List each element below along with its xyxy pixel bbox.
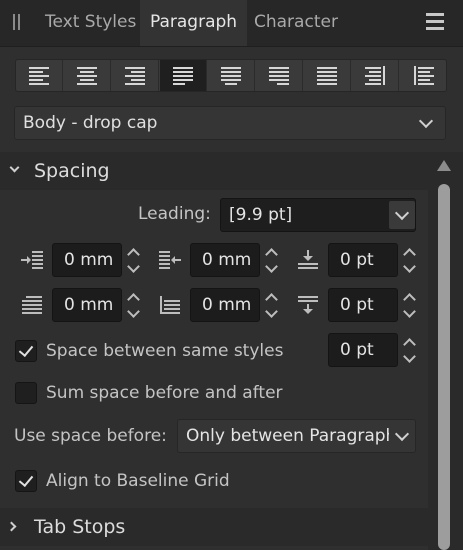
alignment-button[interactable] bbox=[400, 60, 447, 91]
right-indent-field[interactable]: 0 mm bbox=[52, 288, 122, 322]
tab-character[interactable]: Character bbox=[244, 0, 348, 46]
alignment-button[interactable] bbox=[304, 60, 351, 91]
tab-stops-section-header[interactable]: Tab Stops bbox=[0, 508, 428, 546]
align-right-icon bbox=[125, 66, 145, 85]
use-space-before-dropdown-button[interactable] bbox=[389, 420, 415, 452]
right-indent-icon bbox=[20, 295, 44, 317]
space-after-field[interactable]: 0 pt bbox=[328, 288, 398, 322]
baseline-grid-label: Align to Baseline Grid bbox=[46, 471, 230, 491]
tab-text-styles[interactable]: Text Styles bbox=[35, 0, 146, 46]
scroll-up-arrow-icon[interactable] bbox=[437, 160, 451, 171]
first-line-indent-field[interactable]: 0 mm bbox=[190, 243, 260, 277]
spacing-section-title: Spacing bbox=[34, 160, 110, 182]
leading-value: [9.9 pt] bbox=[229, 205, 293, 225]
alignment-button[interactable] bbox=[16, 60, 63, 91]
space-after-icon bbox=[296, 295, 320, 317]
space-before-icon bbox=[296, 250, 320, 272]
alignment-button[interactable] bbox=[256, 60, 303, 91]
alignment-button[interactable] bbox=[64, 60, 111, 91]
align-towards-spine-icon bbox=[365, 65, 385, 85]
same-styles-field[interactable]: 0 pt bbox=[328, 333, 398, 367]
leading-label: Leading: bbox=[138, 204, 211, 224]
chevron-right-icon bbox=[6, 521, 17, 532]
first-line-indent-icon bbox=[158, 250, 182, 272]
justify-right-icon bbox=[269, 66, 289, 85]
sum-space-checkbox[interactable] bbox=[15, 382, 37, 404]
baseline-grid-checkbox[interactable] bbox=[15, 470, 37, 492]
leading-dropdown-button[interactable] bbox=[389, 201, 415, 229]
same-styles-label: Space between same styles bbox=[46, 341, 284, 361]
sum-space-label: Sum space before and after bbox=[46, 383, 283, 403]
space-after-stepper[interactable] bbox=[402, 287, 418, 323]
use-space-before-label: Use space before: bbox=[14, 426, 167, 446]
tab-paragraph[interactable]: Paragraph bbox=[140, 0, 248, 46]
alignment-button[interactable] bbox=[160, 60, 207, 91]
last-line-indent-field[interactable]: 0 mm bbox=[190, 288, 260, 322]
align-left-icon bbox=[29, 66, 49, 85]
space-before-field[interactable]: 0 pt bbox=[328, 243, 398, 277]
left-indent-icon bbox=[20, 250, 44, 272]
chevron-down-icon bbox=[394, 426, 410, 442]
panel-menu-icon[interactable] bbox=[426, 12, 444, 32]
same-styles-stepper[interactable] bbox=[402, 332, 418, 368]
chevron-down-icon bbox=[9, 162, 20, 173]
left-indent-stepper[interactable] bbox=[126, 242, 142, 278]
alignment-button[interactable] bbox=[208, 60, 255, 91]
use-space-before-value: Only between Paragraphs bbox=[186, 426, 406, 446]
first-line-indent-stepper[interactable] bbox=[264, 242, 280, 278]
use-space-before-dropdown[interactable]: Only between Paragraphs bbox=[177, 419, 416, 453]
leading-dropdown[interactable]: [9.9 pt] bbox=[220, 198, 416, 232]
tab-stops-section-title: Tab Stops bbox=[34, 516, 126, 538]
justify-left-icon bbox=[173, 66, 193, 85]
spacing-section-header[interactable]: Spacing bbox=[0, 152, 428, 190]
last-line-indent-icon bbox=[158, 295, 182, 317]
chevron-down-icon bbox=[418, 113, 434, 129]
alignment-button-group bbox=[15, 59, 447, 92]
align-away-from-spine-icon bbox=[413, 65, 434, 85]
align-center-icon bbox=[77, 66, 97, 85]
justify-center-icon bbox=[221, 66, 241, 85]
alignment-button[interactable] bbox=[352, 60, 399, 91]
paragraph-style-value: Body - drop cap bbox=[23, 113, 158, 133]
same-styles-checkbox[interactable] bbox=[15, 340, 37, 362]
panel-grip-icon[interactable] bbox=[12, 14, 22, 32]
paragraph-style-dropdown[interactable]: Body - drop cap bbox=[14, 106, 446, 140]
justify-all-icon bbox=[317, 66, 337, 85]
space-before-stepper[interactable] bbox=[402, 242, 418, 278]
left-indent-field[interactable]: 0 mm bbox=[52, 243, 122, 277]
right-indent-stepper[interactable] bbox=[126, 287, 142, 323]
last-line-indent-stepper[interactable] bbox=[264, 287, 280, 323]
tab-divider bbox=[0, 46, 463, 47]
alignment-button[interactable] bbox=[112, 60, 159, 91]
scrollbar-thumb[interactable] bbox=[438, 184, 450, 550]
chevron-down-icon bbox=[394, 205, 410, 221]
